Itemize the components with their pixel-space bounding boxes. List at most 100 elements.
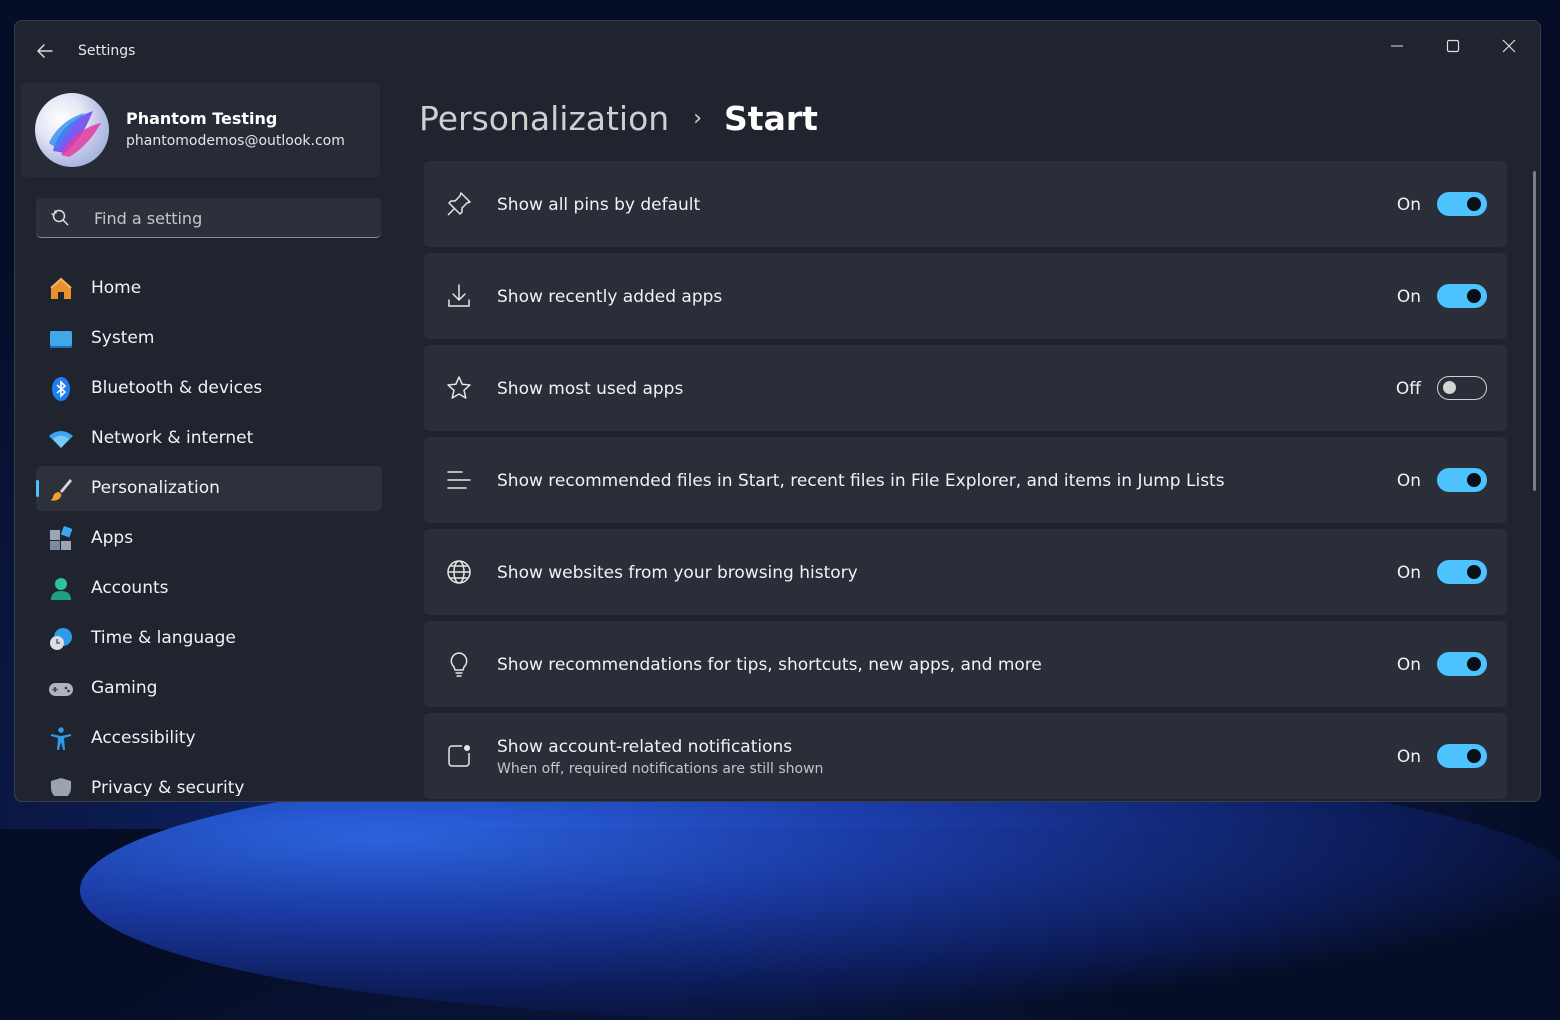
- toggle-switch[interactable]: [1437, 192, 1487, 216]
- wifi-icon: [49, 431, 73, 448]
- toggle-switch[interactable]: [1437, 560, 1487, 584]
- sidebar-item-label: Accounts: [91, 578, 169, 598]
- setting-show-recently-added-apps[interactable]: Show recently added apps On: [424, 253, 1507, 339]
- setting-show-most-used-apps[interactable]: Show most used apps Off: [424, 345, 1507, 431]
- toggle-state-label: On: [1396, 747, 1421, 767]
- maximize-button[interactable]: [1430, 31, 1476, 61]
- scrollbar[interactable]: [1533, 171, 1536, 491]
- profile-name: Phantom Testing: [126, 109, 278, 128]
- sidebar-item-accessibility[interactable]: Accessibility: [36, 716, 382, 761]
- paintbrush-icon: [50, 479, 72, 501]
- toggle-state-label: On: [1396, 563, 1421, 583]
- person-icon: [51, 578, 71, 600]
- toggle-switch[interactable]: [1437, 468, 1487, 492]
- setting-label: Show websites from your browsing history: [497, 563, 858, 583]
- sidebar-item-label: Privacy & security: [91, 778, 245, 796]
- toggle-knob: [1443, 381, 1456, 394]
- breadcrumb: Personalization › Start: [419, 95, 818, 141]
- sidebar-item-label: Bluetooth & devices: [91, 378, 263, 398]
- clock-globe-icon: [50, 628, 72, 650]
- setting-label: Show all pins by default: [497, 195, 701, 215]
- maximize-icon: [1446, 39, 1460, 53]
- apps-icon: [50, 526, 73, 550]
- toggle-state-label: On: [1396, 195, 1421, 215]
- setting-label: Show recommended files in Start, recent …: [497, 471, 1225, 491]
- star-icon: [447, 376, 471, 399]
- profile-card[interactable]: Phantom Testing phantomodemos@outlook.co…: [21, 83, 380, 177]
- breadcrumb-parent[interactable]: Personalization: [419, 99, 669, 138]
- globe-icon: [447, 560, 471, 584]
- sidebar-item-system[interactable]: System: [36, 316, 382, 361]
- title-bar: Settings: [15, 21, 1540, 81]
- setting-show-all-pins[interactable]: Show all pins by default On: [424, 161, 1507, 247]
- toggle-switch[interactable]: [1437, 652, 1487, 676]
- search-box[interactable]: [36, 198, 381, 238]
- toggle-switch[interactable]: [1437, 284, 1487, 308]
- sidebar-item-personalization[interactable]: Personalization: [36, 466, 382, 511]
- setting-label: Show most used apps: [497, 379, 684, 399]
- sidebar-item-apps[interactable]: Apps: [36, 516, 382, 561]
- setting-label: Show recommendations for tips, shortcuts…: [497, 655, 1042, 675]
- page-title: Start: [724, 98, 818, 138]
- toggle-switch[interactable]: [1437, 376, 1487, 400]
- toggle-knob: [1467, 197, 1481, 211]
- sidebar-item-label: Apps: [91, 528, 134, 548]
- toggle-state-label: On: [1396, 471, 1421, 491]
- toggle-state-label: On: [1396, 287, 1421, 307]
- toggle-knob: [1467, 749, 1481, 763]
- lightbulb-icon: [450, 652, 468, 677]
- search-icon: [50, 208, 70, 228]
- setting-label: Show account-related notifications: [497, 737, 793, 757]
- shield-icon: [51, 778, 71, 796]
- avatar: [35, 93, 109, 167]
- bluetooth-icon: [52, 377, 70, 401]
- breadcrumb-separator: ›: [693, 105, 703, 131]
- search-input[interactable]: [92, 204, 376, 232]
- accessibility-icon: [51, 727, 71, 750]
- system-icon: [50, 331, 72, 348]
- toggle-knob: [1467, 657, 1481, 671]
- home-icon: [50, 277, 72, 299]
- sidebar-nav: Home System Bluetooth & devices Network …: [36, 266, 382, 796]
- lines-icon: [447, 471, 471, 489]
- sidebar-item-privacy[interactable]: Privacy & security: [36, 766, 382, 796]
- toggle-switch[interactable]: [1437, 744, 1487, 768]
- toggle-state-label: On: [1396, 655, 1421, 675]
- setting-description: When off, required notifications are sti…: [497, 761, 824, 777]
- back-arrow-icon: [36, 44, 53, 58]
- sidebar-item-time-language[interactable]: Time & language: [36, 616, 382, 661]
- toggle-knob: [1467, 565, 1481, 579]
- toggle-knob: [1467, 473, 1481, 487]
- download-icon: [448, 284, 470, 307]
- setting-show-account-notifications[interactable]: Show account-related notifications When …: [424, 713, 1507, 799]
- sidebar-item-label: Gaming: [91, 678, 158, 698]
- settings-list: Show all pins by default On Show recentl…: [424, 161, 1507, 801]
- toggle-knob: [1467, 289, 1481, 303]
- gamepad-icon: [49, 683, 73, 696]
- sidebar-item-label: Time & language: [91, 628, 236, 648]
- sidebar-item-label: Personalization: [91, 478, 220, 498]
- close-icon: [1502, 39, 1516, 53]
- app-title: Settings: [78, 43, 136, 59]
- sidebar-item-label: Home: [91, 278, 142, 298]
- sidebar-item-label: Network & internet: [91, 428, 254, 448]
- pin-icon: [447, 192, 471, 216]
- sidebar-item-bluetooth[interactable]: Bluetooth & devices: [36, 366, 382, 411]
- sidebar-item-network[interactable]: Network & internet: [36, 416, 382, 461]
- toggle-state-label: Off: [1395, 379, 1421, 399]
- setting-show-websites-history[interactable]: Show websites from your browsing history…: [424, 529, 1507, 615]
- setting-show-recommended-files[interactable]: Show recommended files in Start, recent …: [424, 437, 1507, 523]
- profile-email: phantomodemos@outlook.com: [126, 133, 345, 149]
- setting-show-recommendations-tips[interactable]: Show recommendations for tips, shortcuts…: [424, 621, 1507, 707]
- sidebar-item-label: System: [91, 328, 155, 348]
- settings-window: Settings Phantom Testing phantomodemos@o…: [14, 20, 1541, 802]
- sidebar-item-accounts[interactable]: Accounts: [36, 566, 382, 611]
- notification-icon: [448, 745, 470, 767]
- sidebar-item-home[interactable]: Home: [36, 266, 382, 311]
- minimize-icon: [1391, 45, 1403, 47]
- sidebar-item-label: Accessibility: [91, 728, 196, 748]
- close-button[interactable]: [1486, 31, 1532, 61]
- back-button[interactable]: [33, 39, 57, 63]
- sidebar-item-gaming[interactable]: Gaming: [36, 666, 382, 711]
- minimize-button[interactable]: [1374, 31, 1420, 61]
